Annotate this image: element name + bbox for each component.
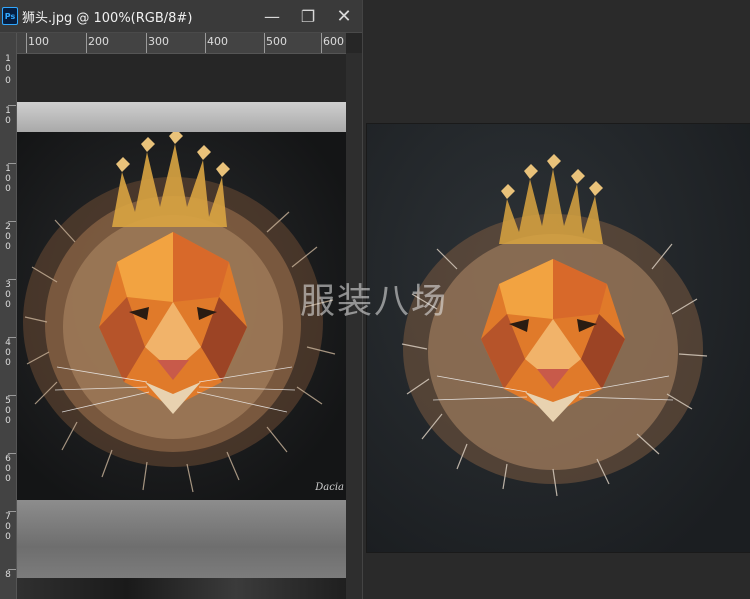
ruler-label: 400 [207,35,228,48]
document-tab[interactable]: Ps 狮头.jpg @ 100%(RGB/8#) — ❐ ✕ [0,0,362,33]
ruler-label: 0 [5,522,11,532]
canvas-bottom-strip [17,578,346,599]
ruler-label: 0 [5,406,11,416]
ruler-label: 1 [5,106,11,116]
ruler-label: 5 [5,396,11,406]
ruler-label: 6 [5,454,11,464]
ruler-label: 0 [5,416,11,426]
watermark-text: 服装八场 [300,282,449,322]
ruler-label: 300 [148,35,169,48]
extracted-lion-image [401,154,708,497]
ruler-label: 0 [5,348,11,358]
ruler-label: 2 [5,222,11,232]
ruler-label: 0 [5,174,11,184]
ruler-label: 0 [5,64,11,74]
document-title: 狮头.jpg @ 100%(RGB/8#) [22,10,193,26]
photoshop-icon: Ps [2,7,18,25]
ruler-label: 0 [5,290,11,300]
horizontal-ruler[interactable]: 100 200 300 400 500 600 [16,33,346,54]
crown [112,129,230,227]
ruler-label: 7 [5,512,11,522]
preview-panel [367,124,750,552]
window-controls: — ❐ ✕ [254,0,362,32]
ruler-label: 0 [5,116,11,126]
ruler-label: 100 [28,35,49,48]
ruler-label: 0 [5,232,11,242]
ruler-label: 0 [5,532,11,542]
ruler-label: 3 [5,280,11,290]
ruler-label: 500 [266,35,287,48]
artist-signature: Dacia [315,482,344,493]
concrete-texture-bottom [17,500,346,578]
ruler-tick [26,33,27,53]
preview-crown [499,154,603,244]
ruler-label: 0 [5,242,11,252]
dark-background [17,129,346,500]
ruler-label: 1 [5,54,11,64]
ruler-tick [86,33,87,53]
vertical-ruler[interactable]: 1 0 0 1 0 1 0 0 2 0 0 3 0 0 4 0 0 5 0 0 … [0,33,17,599]
ruler-label: 200 [88,35,109,48]
ruler-tick [205,33,206,53]
ruler-tick [264,33,265,53]
ruler-label: 600 [323,35,344,48]
ruler-label: 0 [5,474,11,484]
ruler-label: 0 [5,76,11,86]
ruler-label: 4 [5,338,11,348]
ruler-label: 8 [5,570,11,580]
minimize-button[interactable]: — [254,0,290,32]
ruler-label: 0 [5,184,11,194]
ruler-label: 0 [5,300,11,310]
vertical-scrollbar[interactable] [346,53,362,599]
lion-photo: Dacia [17,102,346,578]
document-canvas[interactable]: Dacia [17,54,346,599]
lion-artwork [23,129,336,493]
concrete-texture-top [17,102,346,132]
close-button[interactable]: ✕ [326,0,362,32]
ruler-label: 0 [5,464,11,474]
ruler-tick [146,33,147,53]
ruler-label: 0 [5,358,11,368]
ruler-tick [321,33,322,53]
ruler-label: 1 [5,164,11,174]
maximize-button[interactable]: ❐ [290,0,326,32]
